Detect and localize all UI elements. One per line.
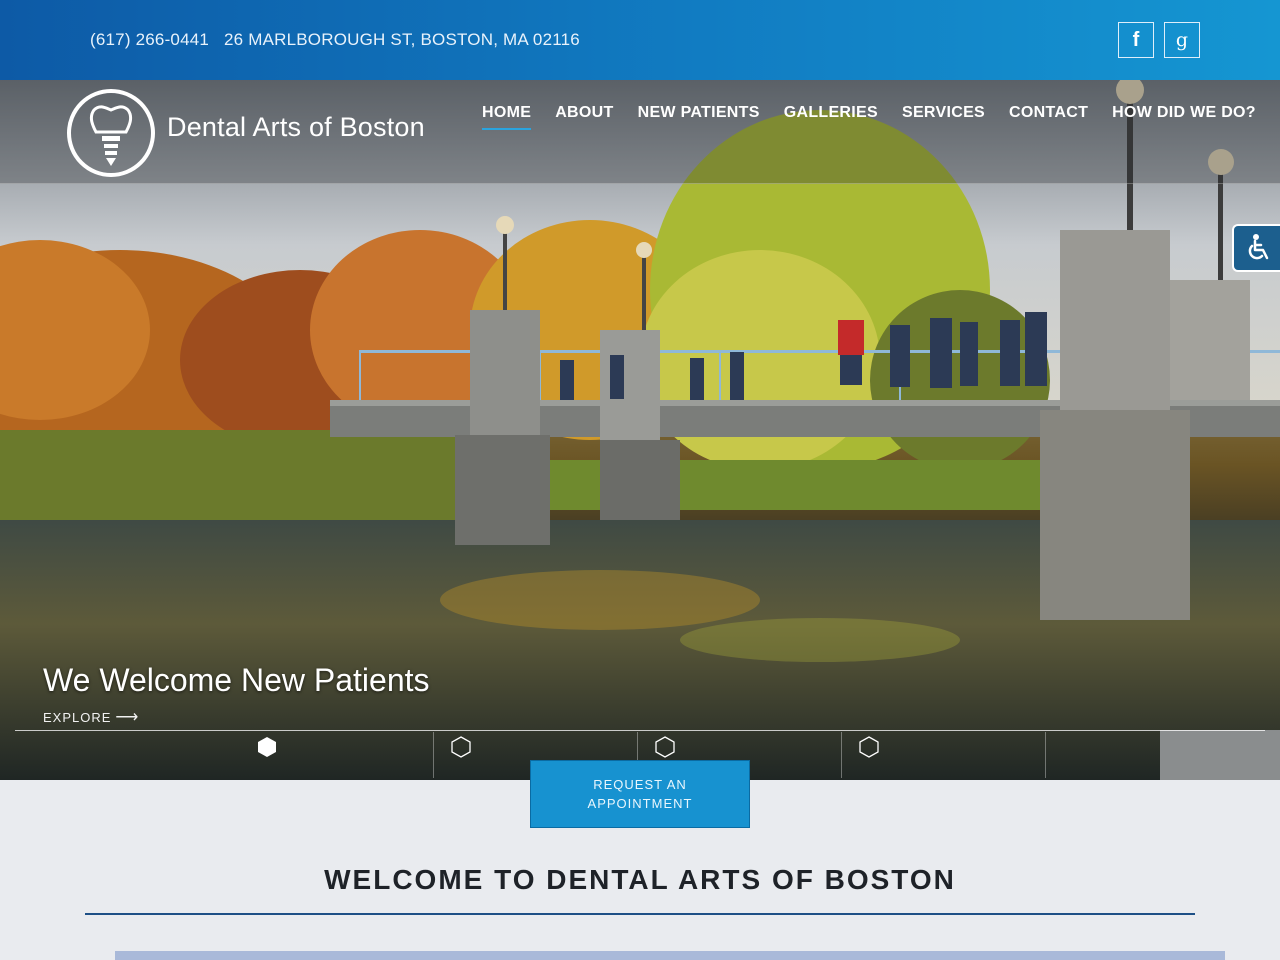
nav-how-did-we-do[interactable]: HOW DID WE DO?: [1112, 104, 1256, 130]
nav-new-patients[interactable]: NEW PATIENTS: [638, 104, 760, 130]
request-appointment-label: REQUEST AN APPOINTMENT: [587, 777, 693, 811]
content-panel: [115, 951, 1225, 960]
slide-tab-4[interactable]: [841, 732, 1045, 778]
wheelchair-icon: [1248, 234, 1269, 260]
arrow-right-icon: ⟶: [115, 709, 140, 726]
nav-home[interactable]: HOME: [482, 104, 532, 130]
contact-info: (617) 266-0441 26 MARLBOROUGH ST, BOSTON…: [90, 30, 580, 50]
slide-tab-1[interactable]: [240, 732, 444, 778]
accessibility-button[interactable]: [1232, 224, 1280, 272]
nav-about[interactable]: ABOUT: [555, 104, 613, 130]
request-appointment-button[interactable]: REQUEST AN APPOINTMENT: [530, 760, 750, 828]
top-contact-bar: (617) 266-0441 26 MARLBOROUGH ST, BOSTON…: [0, 0, 1280, 80]
phone-number[interactable]: (617) 266-0441: [90, 30, 209, 49]
nav-services[interactable]: SERVICES: [902, 104, 985, 130]
slider-tab-divider: [1045, 732, 1046, 778]
explore-label: EXPLORE: [43, 710, 112, 725]
heading-divider: [85, 913, 1195, 915]
nav-contact[interactable]: CONTACT: [1009, 104, 1088, 130]
google-plus-icon[interactable]: g: [1164, 22, 1200, 58]
brand-name[interactable]: Dental Arts of Boston: [167, 112, 425, 143]
explore-link[interactable]: EXPLORE ⟶: [43, 707, 139, 727]
nav-galleries[interactable]: GALLERIES: [784, 104, 878, 130]
hexagon-icon: [655, 736, 675, 758]
street-address: 26 MARLBOROUGH ST, BOSTON, MA 02116: [224, 30, 580, 49]
tooth-implant-icon[interactable]: [66, 88, 156, 178]
hexagon-icon: [451, 736, 471, 758]
main-nav: HOME ABOUT NEW PATIENTS GALLERIES SERVIC…: [482, 104, 1256, 130]
slider-divider: [15, 730, 1265, 731]
hero-slider: Dental Arts of Boston HOME ABOUT NEW PAT…: [0, 80, 1280, 780]
slide-title: We Welcome New Patients: [43, 662, 430, 698]
hexagon-icon: [859, 736, 879, 758]
facebook-icon[interactable]: f: [1118, 22, 1154, 58]
page-title: WELCOME TO DENTAL ARTS OF BOSTON: [324, 864, 956, 895]
hexagon-icon: [258, 737, 276, 757]
